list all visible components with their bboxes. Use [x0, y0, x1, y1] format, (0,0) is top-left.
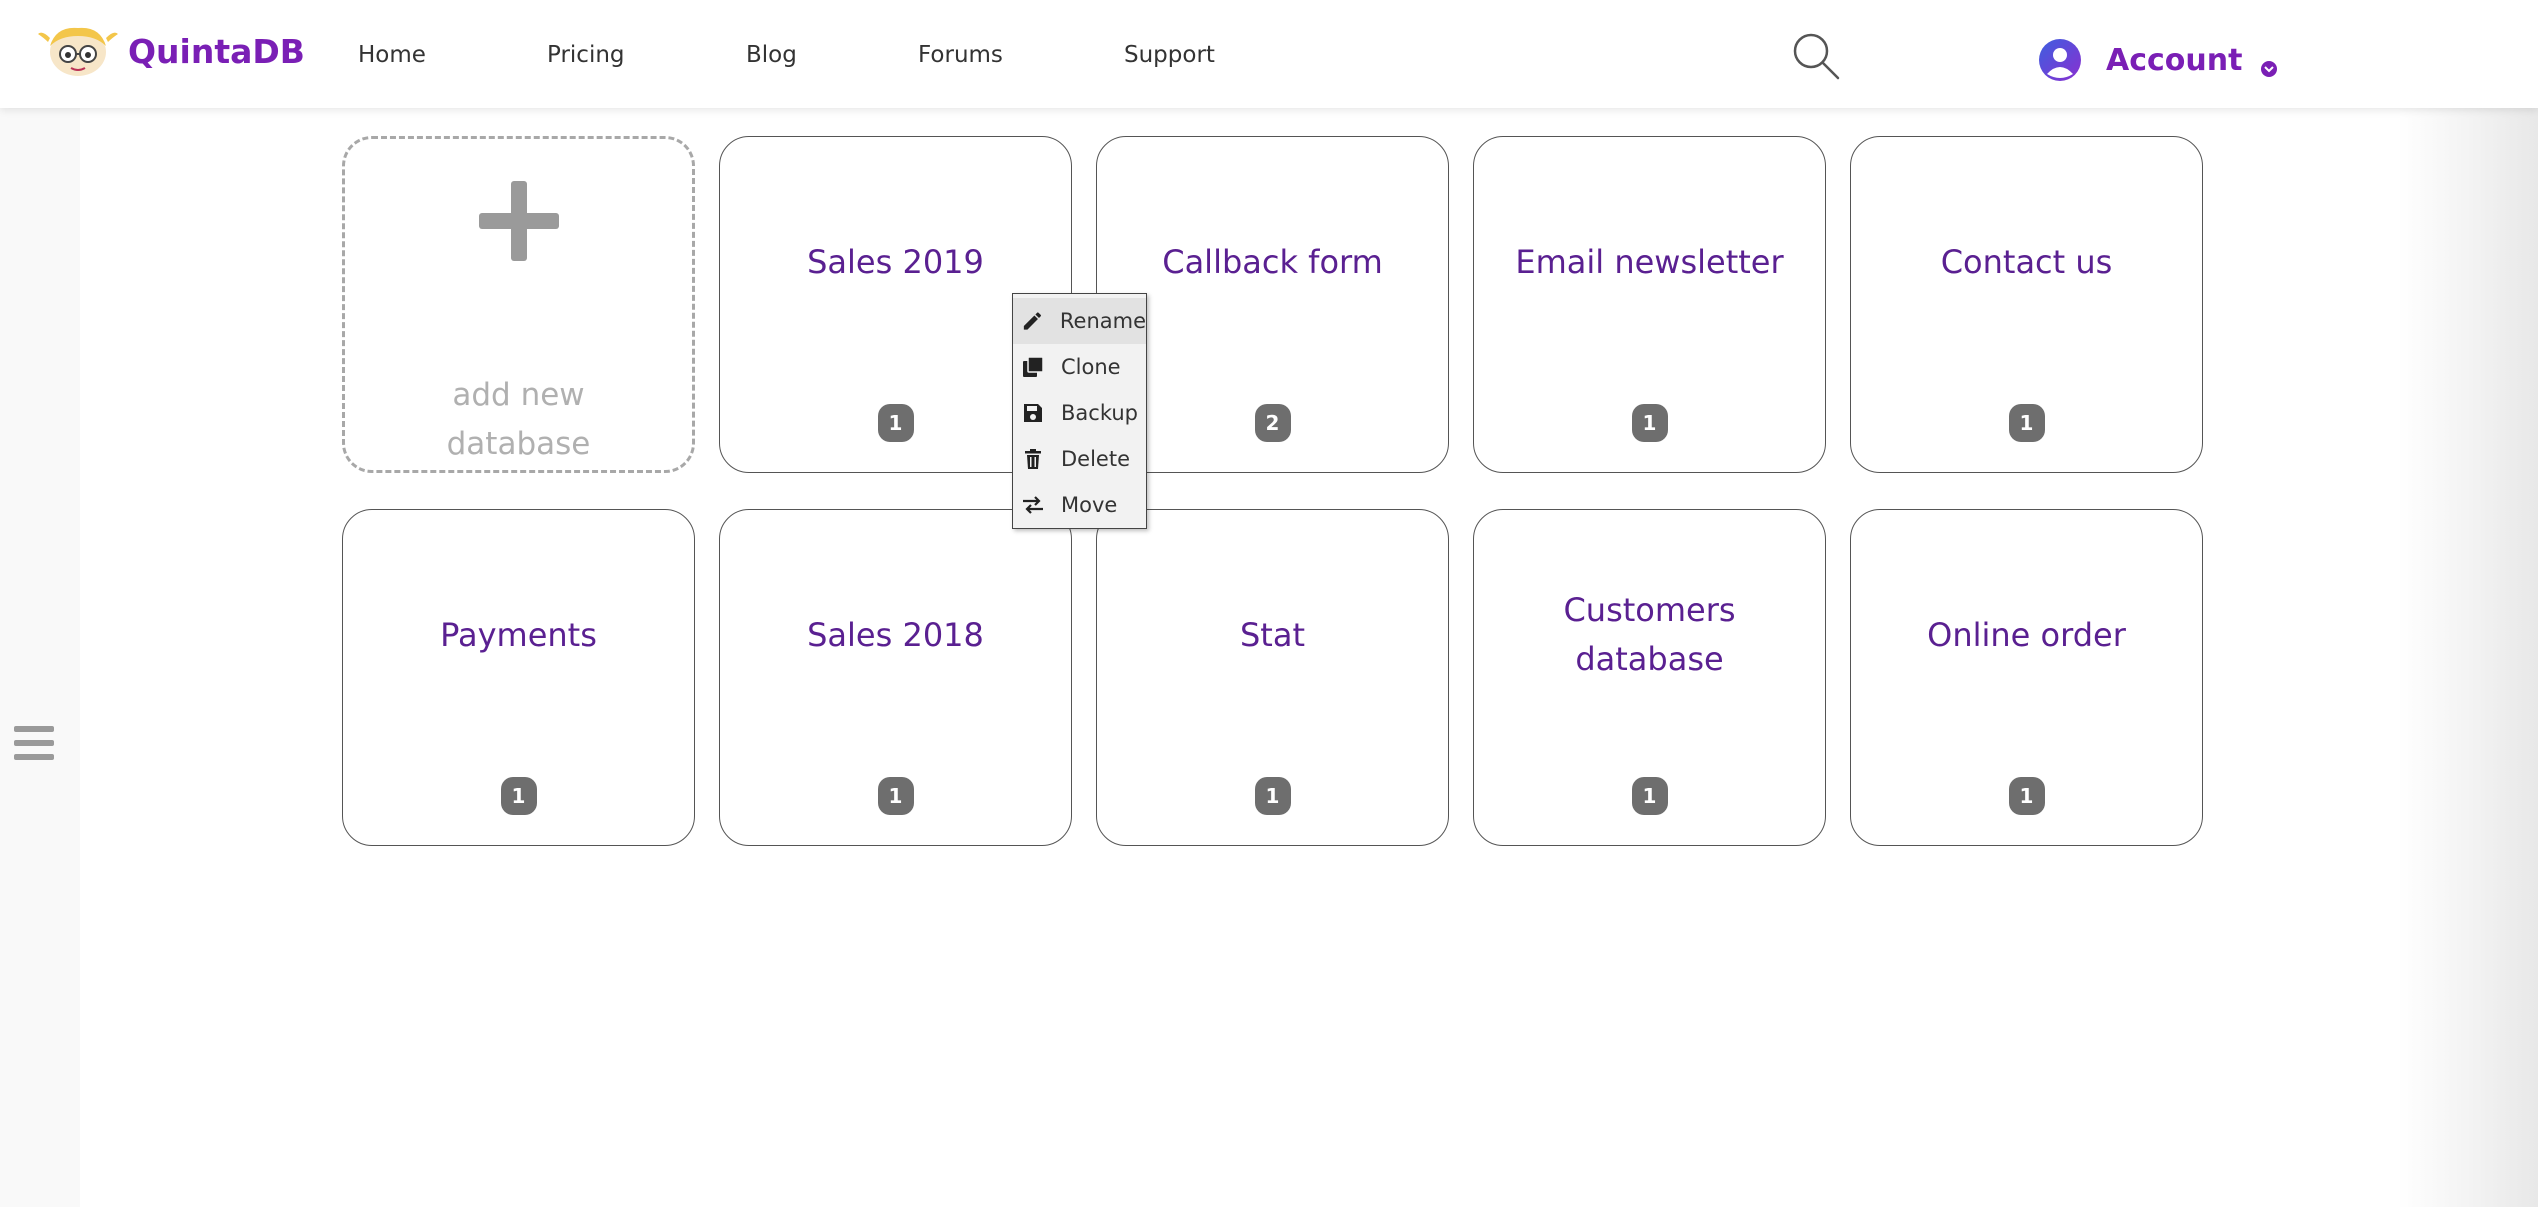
context-menu-move[interactable]: Move [1013, 482, 1146, 528]
brand-name: QuintaDB [128, 31, 305, 71]
database-title: Contact us [1940, 242, 2113, 281]
table-count-badge: 1 [1631, 404, 1668, 442]
database-card[interactable]: Payments 1 [342, 509, 695, 846]
account-label: Account [2106, 42, 2243, 78]
swap-arrows-icon [1023, 496, 1043, 514]
nav-home[interactable]: Home [358, 42, 547, 68]
plus-icon [479, 181, 559, 261]
database-title: Callback form [1162, 242, 1383, 281]
pencil-icon [1023, 312, 1042, 330]
database-title: Stat [1239, 615, 1305, 654]
copy-icon [1023, 356, 1044, 377]
trash-icon [1025, 449, 1041, 469]
database-card[interactable]: Sales 2018 1 [719, 509, 1072, 846]
menu-toggle-icon[interactable] [14, 726, 54, 762]
context-menu-label: Delete [1061, 447, 1130, 471]
nav-pricing[interactable]: Pricing [547, 42, 746, 68]
floppy-icon [1024, 404, 1042, 422]
main-nav: Home Pricing Blog Forums Support [358, 42, 1215, 68]
context-menu-label: Backup [1061, 401, 1138, 425]
search-icon[interactable] [1790, 30, 1842, 82]
database-card[interactable]: Callback form 2 [1096, 136, 1449, 473]
table-count-badge: 1 [500, 777, 537, 815]
user-avatar-icon [2039, 39, 2081, 81]
database-card[interactable]: Email newsletter 1 [1473, 136, 1826, 473]
context-menu-clone[interactable]: Clone [1013, 344, 1146, 390]
top-header: QuintaDB Home Pricing Blog Forums Suppor… [0, 0, 2538, 108]
database-card[interactable]: Stat 1 [1096, 509, 1449, 846]
context-menu-label: Rename [1059, 309, 1146, 333]
database-title: Sales 2018 [807, 615, 984, 654]
table-count-badge: 1 [2008, 404, 2045, 442]
context-menu-label: Clone [1061, 355, 1121, 379]
nav-support[interactable]: Support [1124, 42, 1215, 68]
table-count-badge: 1 [2008, 777, 2045, 815]
account-menu[interactable]: Account [2038, 38, 2278, 82]
right-edge-shade [2398, 0, 2538, 1207]
context-menu-label: Move [1061, 493, 1118, 517]
context-menu-rename[interactable]: Rename [1013, 298, 1146, 344]
nav-blog[interactable]: Blog [746, 42, 918, 68]
add-database-label: add new database [446, 377, 591, 462]
mascot-icon [38, 27, 118, 76]
table-count-badge: 1 [877, 404, 914, 442]
database-title: Email newsletter [1515, 242, 1784, 281]
database-title: Payments [440, 615, 597, 654]
left-rail [0, 108, 80, 1207]
table-count-badge: 1 [1254, 777, 1291, 815]
table-count-badge: 1 [1631, 777, 1668, 815]
database-card[interactable]: Customers database 1 [1473, 509, 1826, 846]
nav-forums[interactable]: Forums [918, 42, 1124, 68]
database-title: Customers database [1563, 591, 1736, 678]
add-database-card[interactable]: add new database [342, 136, 695, 473]
database-card[interactable]: Contact us 1 [1850, 136, 2203, 473]
database-title: Online order [1927, 615, 2126, 654]
context-menu-delete[interactable]: Delete [1013, 436, 1146, 482]
database-context-menu: Rename Clone Backup Delete Move [1012, 293, 1147, 529]
database-card[interactable]: Online order 1 [1850, 509, 2203, 846]
database-grid: add new database Sales 2019 1 Callback f… [342, 136, 2203, 846]
table-count-badge: 2 [1254, 404, 1291, 442]
chevron-down-icon [2261, 61, 2278, 77]
logo[interactable]: QuintaDB [38, 24, 305, 78]
context-menu-backup[interactable]: Backup [1013, 390, 1146, 436]
table-count-badge: 1 [877, 777, 914, 815]
